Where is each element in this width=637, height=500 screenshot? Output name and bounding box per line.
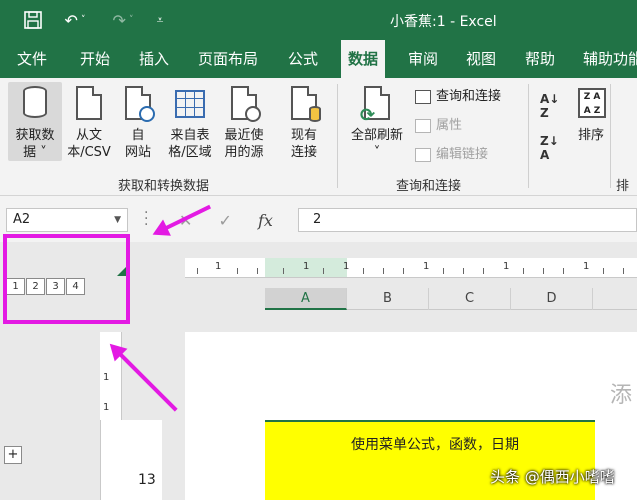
sort-az-icon[interactable]: A↓ Z Z↓ A: [540, 92, 564, 162]
group-label-queries: 查询和连接: [396, 179, 462, 194]
tab-view[interactable]: 视图: [466, 40, 496, 78]
from-table-button[interactable]: 来自表 格/区域: [162, 82, 218, 161]
web-page-icon: [121, 84, 155, 124]
get-data-button[interactable]: 获取数 据 ˅: [8, 82, 62, 161]
ruler-number: 1: [343, 261, 350, 272]
recent-sources-button[interactable]: 最近使 用的源: [216, 82, 272, 161]
row-number[interactable]: 13: [138, 472, 156, 488]
expand-group-button[interactable]: +: [4, 446, 22, 464]
page-header-text[interactable]: 添: [610, 377, 632, 409]
undo-icon[interactable]: ↶ ˅: [56, 8, 94, 32]
ribbon-separator: [337, 84, 338, 188]
existing-connections-button[interactable]: 现有 连接: [280, 82, 328, 161]
cell-a2[interactable]: 使用菜单公式，函数，日期: [265, 420, 595, 500]
title-bar: ↶ ˅ ↷ ˅ ⩡ 小香蕉:1 - Excel: [0, 0, 637, 40]
edit-links-button[interactable]: 编辑链接: [415, 144, 488, 166]
ruler-number: 1: [103, 372, 110, 383]
redo-icon[interactable]: ↷ ˅: [104, 8, 142, 32]
tab-page-layout[interactable]: 页面布局: [198, 40, 258, 78]
customize-icon[interactable]: ⩡: [150, 8, 170, 32]
ruler-number: 1: [503, 261, 510, 272]
column-headers: A B C D: [265, 288, 637, 310]
ribbon-tabs: 文件 开始 插入 页面布局 公式 数据 审阅 视图 帮助 辅助功能: [0, 40, 637, 78]
recent-sources-icon: [227, 84, 261, 124]
database-icon: [18, 84, 52, 124]
tab-review[interactable]: 审阅: [408, 40, 438, 78]
ruler-number: 1: [215, 261, 222, 272]
name-box[interactable]: A2 ▼: [6, 208, 128, 232]
ruler-number: 1: [583, 261, 590, 272]
tab-help[interactable]: 帮助: [525, 40, 555, 78]
properties-button[interactable]: 属性: [415, 115, 462, 137]
ribbon-separator: [528, 84, 529, 188]
properties-icon: [415, 119, 431, 133]
watermark: 头条 @偶西小嗜嗜: [490, 468, 615, 486]
formula-input[interactable]: 2: [298, 208, 637, 232]
sort-dialog-icon: Z AA Z: [574, 84, 608, 124]
row-header-area: [100, 420, 162, 500]
document-icon: [72, 84, 106, 124]
window-title: 小香蕉:1 - Excel: [390, 14, 497, 30]
enter-icon[interactable]: ✓: [219, 211, 232, 230]
sort-button[interactable]: Z AA Z 排序: [568, 82, 614, 144]
tab-accessibility[interactable]: 辅助功能: [583, 40, 637, 78]
column-header-d[interactable]: D: [511, 288, 593, 310]
insert-function-icon[interactable]: fx: [258, 211, 273, 230]
save-icon[interactable]: [20, 8, 46, 32]
horizontal-ruler: 1 1 1 1 1 1: [185, 258, 637, 278]
chevron-down-icon[interactable]: ▼: [114, 209, 121, 231]
tab-insert[interactable]: 插入: [139, 40, 169, 78]
column-header-a[interactable]: A: [265, 288, 347, 310]
ribbon-separator: [610, 84, 611, 188]
ruler-number: 1: [303, 261, 310, 272]
column-header-b[interactable]: B: [347, 288, 429, 310]
refresh-icon: ⟳: [360, 84, 394, 125]
ruler-number: 1: [423, 261, 430, 272]
cell-text: 使用菜单公式，函数，日期: [351, 437, 519, 453]
highlight-box: [3, 234, 130, 324]
column-header-c[interactable]: C: [429, 288, 511, 310]
drag-handle-icon[interactable]: · · ·: [144, 206, 148, 232]
from-web-button[interactable]: 自 网站: [114, 82, 162, 161]
refresh-all-button[interactable]: ⟳ 全部刷新 ˅: [345, 82, 409, 161]
ruler-number: 1: [103, 402, 110, 413]
connection-icon: [287, 84, 321, 124]
tab-data[interactable]: 数据: [341, 40, 386, 78]
tab-file[interactable]: 文件: [17, 40, 47, 78]
from-csv-button[interactable]: 从文 本/CSV: [62, 82, 116, 161]
group-label-sort: 排: [616, 179, 630, 194]
tab-formulas[interactable]: 公式: [288, 40, 318, 78]
queries-connections-button[interactable]: 查询和连接: [415, 86, 501, 108]
table-icon: [173, 84, 207, 124]
queries-icon: [415, 90, 431, 104]
tab-home[interactable]: 开始: [80, 40, 110, 78]
group-label-get-transform: 获取和转换数据: [118, 179, 210, 194]
ribbon: 获取数 据 ˅ 从文 本/CSV 自 网站 来自表 格/区域 最近使 用的源 现…: [0, 78, 637, 196]
edit-links-icon: [415, 148, 431, 162]
